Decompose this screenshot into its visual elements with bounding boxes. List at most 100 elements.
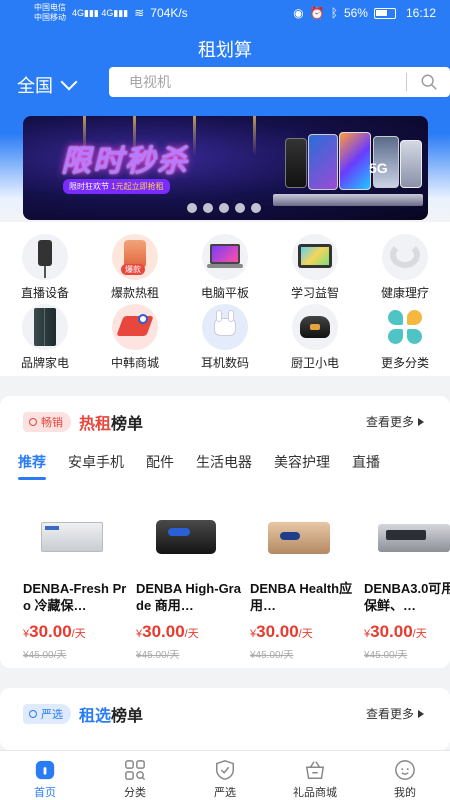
carousel-dot[interactable] bbox=[187, 203, 197, 213]
product-name: DENBA Health应用… bbox=[250, 581, 353, 613]
china-korea-mall-icon bbox=[112, 304, 158, 350]
banner-title: 限时秒杀 bbox=[61, 145, 189, 178]
hot-title-rest: 榜单 bbox=[111, 416, 144, 433]
category-learning[interactable]: 学习益智 bbox=[278, 234, 352, 301]
tabbar-category[interactable]: 分类 bbox=[90, 751, 180, 800]
search-input[interactable] bbox=[129, 74, 399, 90]
price-unit: /天 bbox=[184, 628, 199, 640]
product-card[interactable]: DENBA-Fresh Pro 冷藏保… ¥30.00/天 ¥45.00/天 bbox=[23, 504, 133, 661]
category-hot-rental[interactable]: 爆款 爆款热租 bbox=[98, 234, 172, 301]
select-section-title: 租选榜单 bbox=[79, 702, 143, 726]
battery-percent: 56% bbox=[343, 6, 368, 20]
carousel-dot[interactable] bbox=[235, 203, 245, 213]
price-value: 30.00 bbox=[256, 622, 299, 641]
alarm-icon: ⏰ bbox=[309, 6, 325, 20]
rice-cooker-icon bbox=[292, 304, 338, 350]
product-name: DENBA-Fresh Pro 冷藏保… bbox=[23, 581, 127, 613]
display-stand bbox=[273, 194, 423, 206]
product-name: DENBA3.0可用在保鲜、… bbox=[364, 581, 450, 613]
clock: 16:12 bbox=[405, 6, 436, 20]
tab-beauty-care[interactable]: 美容护理 bbox=[274, 452, 330, 480]
tab-android-phones[interactable]: 安卓手机 bbox=[68, 452, 124, 480]
hot-section-header: 畅销 热租榜单 bbox=[23, 410, 143, 434]
product-image bbox=[364, 504, 450, 570]
phone-image bbox=[285, 138, 307, 188]
product-price: ¥30.00/天 bbox=[364, 622, 450, 642]
price-value: 30.00 bbox=[142, 622, 185, 641]
home-icon bbox=[35, 760, 55, 780]
phone-image bbox=[339, 132, 371, 190]
view-more-label: 查看更多 bbox=[365, 415, 414, 429]
tab-home-appliances[interactable]: 生活电器 bbox=[196, 452, 252, 480]
search-icon[interactable] bbox=[420, 73, 438, 91]
category-kitchen[interactable]: 厨卫小电 bbox=[278, 304, 352, 371]
tab-live-stream[interactable]: 直播 bbox=[352, 452, 380, 480]
stage-light bbox=[193, 116, 196, 156]
category-label: 直播设备 bbox=[20, 286, 69, 300]
carousel-dot[interactable] bbox=[203, 203, 213, 213]
category-label: 厨卫小电 bbox=[290, 356, 339, 370]
product-card[interactable]: DENBA Health应用… ¥30.00/天 ¥45.00/天 bbox=[250, 504, 360, 661]
hot-rental-section: 畅销 热租榜单 查看更多 推荐 安卓手机 配件 生活电器 美容护理 直播 DEN… bbox=[0, 396, 450, 668]
product-card[interactable]: DENBA3.0可用在保鲜、… ¥30.00/天 ¥45.00/天 bbox=[364, 504, 450, 661]
carousel-dot[interactable] bbox=[219, 203, 229, 213]
category-china-korea-mall[interactable]: 中韩商城 bbox=[98, 304, 172, 371]
tabbar-label: 我的 bbox=[394, 787, 416, 799]
product-price: ¥30.00/天 bbox=[23, 622, 133, 642]
learning-tablet-icon bbox=[292, 234, 338, 280]
carousel-dots[interactable] bbox=[187, 203, 261, 213]
tabbar-profile[interactable]: 我的 bbox=[360, 751, 450, 800]
eye-icon: ◉ bbox=[293, 6, 304, 20]
refrigerator-icon bbox=[22, 304, 68, 350]
price-value: 30.00 bbox=[370, 622, 413, 641]
category-laptop[interactable]: 电脑平板 bbox=[188, 234, 262, 301]
tabbar-label: 首页 bbox=[34, 787, 56, 799]
tabbar-select[interactable]: 严选 bbox=[180, 751, 270, 800]
product-price: ¥30.00/天 bbox=[136, 622, 246, 642]
carrier-2: 中国移动 bbox=[34, 13, 66, 22]
category-earbuds[interactable]: 耳机数码 bbox=[188, 304, 262, 371]
product-image bbox=[250, 504, 350, 570]
tabbar-gift-mall[interactable]: 礼品商城 bbox=[270, 751, 360, 800]
carousel-dot[interactable] bbox=[251, 203, 261, 213]
shield-check-icon bbox=[216, 760, 234, 780]
product-name: DENBA High-Grade 商用… bbox=[136, 581, 241, 613]
product-old-price: ¥45.00/天 bbox=[364, 650, 408, 661]
category-appliances[interactable]: 品牌家电 bbox=[8, 304, 82, 371]
category-grid: 直播设备 爆款 爆款热租 电脑平板 学习益智 健康理疗 品牌家电 中韩商城 耳机… bbox=[0, 222, 450, 376]
category-grid-icon bbox=[125, 760, 146, 781]
product-card[interactable]: DENBA High-Grade 商用… ¥30.00/天 ¥45.00/天 bbox=[136, 504, 246, 661]
tabbar-label: 严选 bbox=[214, 787, 236, 799]
tabbar-home[interactable]: 首页 bbox=[0, 751, 90, 800]
carrier-info: 中国电信 中国移动 bbox=[34, 3, 66, 23]
category-more[interactable]: 更多分类 bbox=[368, 304, 442, 371]
category-live-stream[interactable]: 直播设备 bbox=[8, 234, 82, 301]
search-box[interactable] bbox=[109, 67, 450, 97]
laptop-icon bbox=[202, 234, 248, 280]
price-unit: /天 bbox=[298, 628, 313, 640]
tab-accessories[interactable]: 配件 bbox=[146, 452, 174, 480]
category-label: 学习益智 bbox=[290, 286, 339, 300]
flame-icon bbox=[29, 418, 37, 426]
category-label: 耳机数码 bbox=[200, 356, 249, 370]
product-old-price: ¥45.00/天 bbox=[23, 650, 67, 661]
category-label: 更多分类 bbox=[380, 356, 429, 370]
price-unit: /天 bbox=[412, 628, 427, 640]
select-badge-icon bbox=[29, 710, 37, 718]
hot-badge-label: 畅销 bbox=[41, 417, 63, 429]
category-label: 健康理疗 bbox=[380, 286, 429, 300]
select-badge-label: 严选 bbox=[41, 709, 63, 721]
promo-banner[interactable]: 限时秒杀 限时狂欢节 1元起立即抢租 5G bbox=[23, 116, 428, 220]
region-selector[interactable]: 全国 bbox=[17, 72, 78, 98]
earbuds-icon bbox=[202, 304, 248, 350]
select-section-header: 严选 租选榜单 bbox=[23, 702, 143, 726]
search-divider bbox=[406, 73, 407, 91]
hot-view-more-link[interactable]: 查看更多 bbox=[366, 413, 424, 430]
tab-recommended[interactable]: 推荐 bbox=[18, 452, 46, 480]
category-health[interactable]: 健康理疗 bbox=[368, 234, 442, 301]
network-speed: 704K/s bbox=[150, 6, 188, 20]
more-categories-icon bbox=[382, 304, 428, 350]
select-view-more-link[interactable]: 查看更多 bbox=[366, 705, 424, 722]
phone-image bbox=[400, 140, 422, 188]
price-value: 30.00 bbox=[29, 622, 72, 641]
